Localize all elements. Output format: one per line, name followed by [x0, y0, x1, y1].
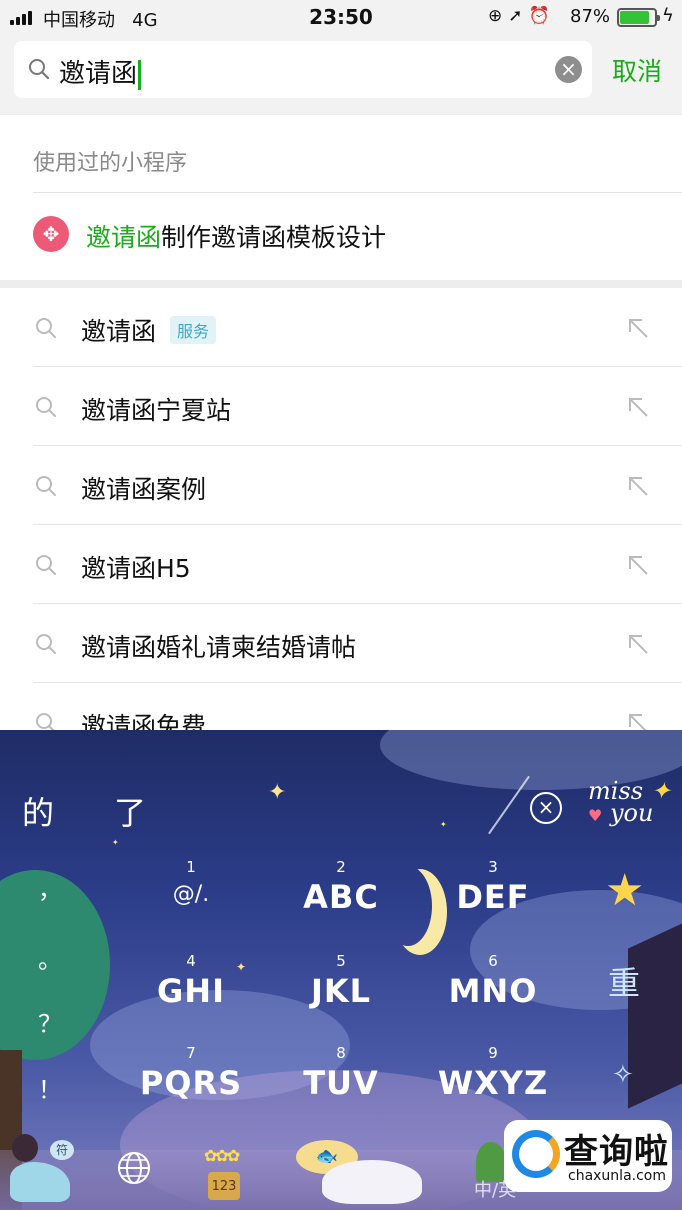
candidate-word[interactable]: 的 [22, 788, 54, 834]
suggestion-item[interactable]: 邀请函 服务 [0, 288, 682, 367]
search-icon [36, 634, 56, 654]
symbols-key[interactable]: 符 [4, 1134, 74, 1210]
mini-program-item[interactable]: ✥ 邀请函制作邀请函模板设计 [0, 193, 682, 280]
star-decoration: ✦ [268, 780, 287, 805]
battery-fill [620, 11, 650, 24]
miss-you-sticker[interactable]: miss ✦ ♥ you [588, 779, 671, 827]
girl-decoration [10, 1162, 70, 1202]
suggestion-item[interactable]: 邀请函H5 [0, 525, 682, 604]
suggestion-item[interactable]: 邀请函宁夏站 [0, 367, 682, 446]
punctuation-key[interactable]: ？ [38, 1004, 62, 1039]
suggestion-text: 邀请函婚礼请柬结婚请帖 [81, 633, 357, 662]
orientation-lock-icon: ⊕ [488, 6, 509, 26]
punctuation-key[interactable]: ！ [38, 1070, 62, 1105]
punctuation-key[interactable]: 。 [38, 940, 62, 975]
girl-head-decoration [12, 1134, 38, 1162]
service-badge: 服务 [170, 316, 217, 344]
fill-query-arrow-icon[interactable] [626, 632, 650, 656]
suggestion-text: 邀请函免费 [81, 712, 207, 730]
fill-query-arrow-icon[interactable] [626, 711, 650, 730]
suggestion-item[interactable]: 邀请函案例 [0, 446, 682, 525]
suggestion-list: 邀请函 服务 邀请函宁夏站 邀请函案例 邀请函H5 邀请函婚礼请柬结婚请帖 邀请函… [0, 288, 682, 730]
search-header: 邀请函 × 取消 [0, 34, 682, 114]
search-logo-icon [512, 1130, 560, 1178]
battery-icon [617, 8, 660, 27]
suggestion-text: 邀请函 服务 [81, 312, 217, 348]
search-icon [36, 318, 56, 338]
reinput-key[interactable]: 重 [608, 958, 640, 1004]
flower-icon: ✿✿✿ [204, 1146, 240, 1165]
suggestion-text: 邀请函案例 [81, 475, 207, 504]
knot-logo-icon: ✥ [33, 216, 69, 252]
search-icon [36, 476, 56, 496]
star-decoration: ✦ [112, 838, 119, 847]
suggestion-text: 邀请函H5 [81, 554, 191, 583]
cancel-button[interactable]: 取消 [612, 52, 662, 88]
key-4[interactable]: 4 GHI [126, 952, 256, 1010]
location-icon: ➚ [508, 6, 529, 26]
status-icons: ⊕➚⏰ [488, 6, 556, 26]
clear-icon[interactable]: × [555, 56, 582, 83]
fill-query-arrow-icon[interactable] [626, 316, 650, 340]
key-7[interactable]: 7 PQRS [126, 1044, 256, 1102]
watermark-site: chaxunla.com [568, 1168, 666, 1184]
close-icon[interactable]: × [530, 792, 562, 824]
search-icon [36, 397, 56, 417]
charging-icon: ϟ [662, 5, 674, 26]
number-key-label: 123 [208, 1172, 240, 1200]
search-icon [36, 555, 56, 575]
battery-percent: 87% [570, 6, 611, 27]
key-8[interactable]: 8 TUV [276, 1044, 406, 1102]
status-bar: 中国移动 4G 23:50 ⊕➚⏰ 87% ϟ [0, 0, 682, 34]
mini-programs-section: 使用过的小程序 ✥ 邀请函制作邀请函模板设计 [0, 115, 682, 280]
search-query: 邀请函 [59, 53, 142, 90]
text-caret [138, 59, 142, 90]
candidate-word[interactable]: 了 [114, 788, 146, 834]
fill-query-arrow-icon[interactable] [626, 474, 650, 498]
moon-decoration [384, 866, 432, 946]
suggestion-item[interactable]: 邀请函婚礼请柬结婚请帖 [0, 604, 682, 683]
number-key[interactable]: ✿✿✿ 123 [204, 1146, 244, 1204]
key-6[interactable]: 6 MNO [428, 952, 558, 1010]
key-3[interactable]: 3 DEF [428, 858, 558, 916]
fill-query-arrow-icon[interactable] [626, 395, 650, 419]
section-title: 使用过的小程序 [33, 151, 188, 176]
watermark-logo: 查询啦 chaxunla.com [504, 1120, 672, 1192]
globe-icon[interactable] [116, 1150, 152, 1186]
key-5[interactable]: 5 JKL [276, 952, 406, 1010]
symbols-label: 符 [50, 1140, 74, 1160]
key-9[interactable]: 9 WXYZ [428, 1044, 558, 1102]
space-key[interactable] [322, 1160, 422, 1204]
alarm-icon: ⏰ [528, 6, 556, 26]
star-emoji-key-icon[interactable]: ★ [605, 865, 644, 916]
suggestion-item[interactable]: 邀请函免费 [0, 683, 682, 730]
search-icon [29, 59, 50, 80]
watermark-brand: 查询啦 [564, 1132, 669, 1172]
search-input[interactable]: 邀请函 × [14, 41, 592, 98]
fill-query-arrow-icon[interactable] [626, 553, 650, 577]
key-1[interactable]: 1 @/. [126, 858, 256, 907]
punctuation-key[interactable]: ， [38, 870, 62, 905]
star-decoration: ✦ [440, 820, 447, 829]
mini-program-name: 邀请函制作邀请函模板设计 [86, 223, 387, 252]
suggestion-text: 邀请函宁夏站 [81, 396, 232, 425]
search-icon [36, 713, 55, 730]
constellation-icon[interactable]: ✧ [612, 1060, 634, 1090]
